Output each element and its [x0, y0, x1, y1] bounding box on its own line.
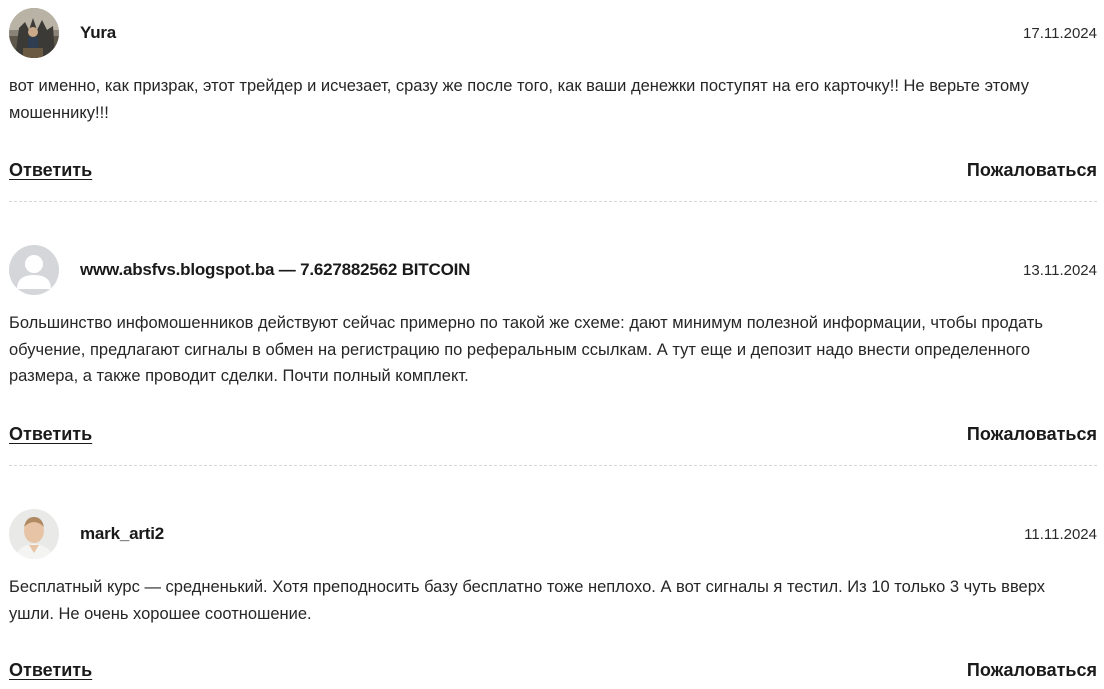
- comment-item: Yura 17.11.2024 вот именно, как призрак,…: [9, 8, 1097, 126]
- comment-actions: Ответить Пожаловаться: [9, 160, 1097, 186]
- comment-author: Yura: [80, 23, 117, 42]
- comment-text: Большинство инфомошенников действуют сей…: [9, 314, 1043, 385]
- reply-link[interactable]: Ответить: [9, 660, 92, 681]
- comment-text: вот именно, как призрак, этот трейдер и …: [9, 77, 1029, 122]
- user-photo-icon: [9, 8, 59, 58]
- comment-date: 11.11.2024: [1024, 526, 1097, 543]
- divider: [9, 201, 1097, 202]
- reply-link[interactable]: Ответить: [9, 424, 92, 445]
- comment-text: Бесплатный курс — средненький. Хотя преп…: [9, 578, 1045, 623]
- comment-date: 13.11.2024: [1023, 262, 1097, 279]
- default-user-icon: [9, 245, 59, 295]
- comment-header: www.absfvs.blogspot.ba — 7.627882562 BIT…: [9, 245, 1097, 297]
- comment-date: 17.11.2024: [1023, 25, 1097, 42]
- comment-author: mark_arti2: [80, 524, 165, 543]
- comment-item: www.absfvs.blogspot.ba — 7.627882562 BIT…: [9, 245, 1097, 390]
- comment-actions: Ответить Пожаловаться: [9, 660, 1097, 686]
- user-photo-icon: [9, 509, 59, 559]
- comment-header: Yura 17.11.2024: [9, 8, 1097, 60]
- comment-author: www.absfvs.blogspot.ba — 7.627882562 BIT…: [80, 260, 471, 279]
- comment-item: mark_arti2 11.11.2024 Бесплатный курс — …: [9, 509, 1097, 627]
- report-link[interactable]: Пожаловаться: [967, 660, 1097, 681]
- report-link[interactable]: Пожаловаться: [967, 160, 1097, 181]
- reply-link[interactable]: Ответить: [9, 160, 92, 181]
- comment-header: mark_arti2 11.11.2024: [9, 509, 1097, 561]
- divider: [9, 465, 1097, 466]
- comment-actions: Ответить Пожаловаться: [9, 424, 1097, 450]
- report-link[interactable]: Пожаловаться: [967, 424, 1097, 445]
